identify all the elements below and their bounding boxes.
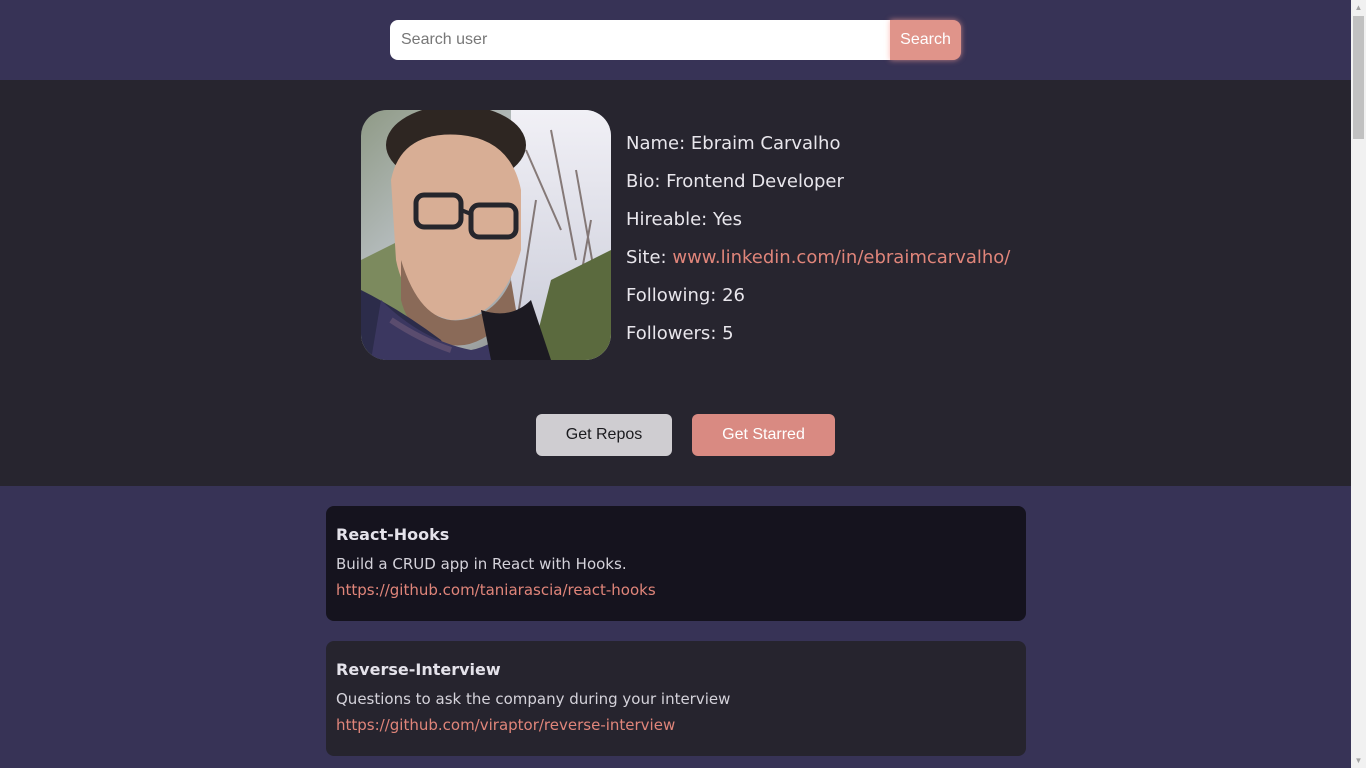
- search-button[interactable]: Search: [890, 20, 961, 60]
- bio-value: Frontend Developer: [666, 171, 844, 192]
- repo-card: React-Hooks Build a CRUD app in React wi…: [326, 506, 1026, 621]
- repo-title: Reverse-Interview: [336, 660, 501, 679]
- scroll-up-arrow-icon[interactable]: ▲: [1351, 0, 1366, 15]
- site-link[interactable]: www.linkedin.com/in/ebraimcarvalho/: [672, 247, 1010, 268]
- repo-link[interactable]: https://github.com/viraptor/reverse-inte…: [336, 716, 675, 734]
- profile-site: Site: www.linkedin.com/in/ebraimcarvalho…: [626, 246, 1010, 284]
- followers-label: Followers:: [626, 323, 723, 344]
- vertical-scrollbar[interactable]: ▲ ▼: [1351, 0, 1366, 768]
- get-repos-button[interactable]: Get Repos: [536, 414, 672, 456]
- profile-hireable: Hireable: Yes: [626, 208, 1010, 246]
- followers-count: 5: [722, 323, 734, 344]
- site-label: Site:: [626, 247, 673, 268]
- search-input[interactable]: [390, 20, 892, 60]
- name-value: Ebraim Carvalho: [690, 133, 841, 154]
- repo-title: React-Hooks: [336, 525, 450, 544]
- avatar: [361, 110, 611, 360]
- get-starred-button[interactable]: Get Starred: [692, 414, 835, 456]
- repo-description: Build a CRUD app in React with Hooks.: [336, 555, 627, 573]
- page: Search user Search Name: Ebraim Carvalho…: [0, 0, 1366, 768]
- hireable-label: Hireable:: [626, 209, 713, 230]
- repo-description: Questions to ask the company during your…: [336, 690, 731, 708]
- bio-label: Bio:: [626, 171, 667, 192]
- following-label: Following:: [626, 285, 723, 306]
- scroll-down-arrow-icon[interactable]: ▼: [1351, 753, 1366, 768]
- repo-card: Reverse-Interview Questions to ask the c…: [326, 641, 1026, 756]
- hireable-value: Yes: [712, 209, 742, 230]
- name-label: Name:: [626, 133, 691, 154]
- profile-followers: Followers: 5: [626, 322, 1010, 360]
- search-header: Search: [0, 0, 1351, 80]
- following-count: 26: [722, 285, 745, 306]
- profile-bio: Bio: Frontend Developer: [626, 170, 1010, 208]
- repo-link[interactable]: https://github.com/taniarascia/react-hoo…: [336, 581, 656, 599]
- profile-section: Name: Ebraim Carvalho Bio: Frontend Deve…: [0, 80, 1351, 486]
- profile-info: Name: Ebraim Carvalho Bio: Frontend Deve…: [626, 132, 1010, 360]
- scroll-thumb[interactable]: [1353, 16, 1364, 139]
- profile-following: Following: 26: [626, 284, 1010, 322]
- profile-name: Name: Ebraim Carvalho: [626, 132, 1010, 170]
